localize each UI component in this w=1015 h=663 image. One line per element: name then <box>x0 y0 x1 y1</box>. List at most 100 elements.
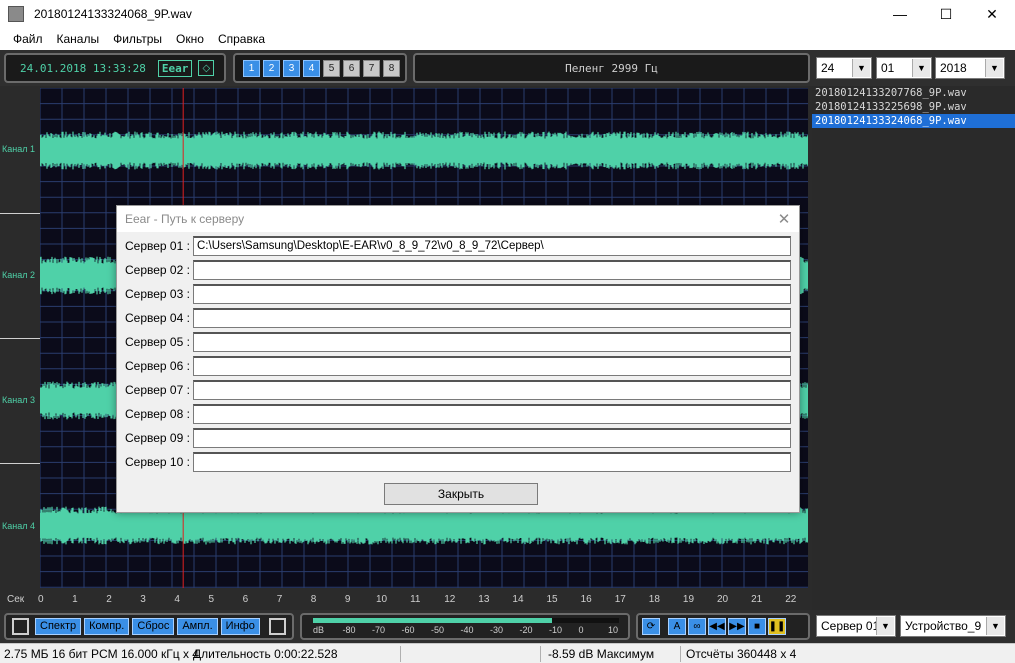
meter-scale-label: -70 <box>372 625 386 635</box>
chevron-down-icon[interactable]: ▼ <box>852 59 870 77</box>
ruler-tick-label: 16 <box>580 594 592 605</box>
ruler-tick-label: 17 <box>614 594 626 605</box>
channel-label-2: Канал 2 <box>2 270 35 280</box>
server-path-input[interactable] <box>193 356 791 376</box>
meter-fill <box>313 618 552 623</box>
ruler-tick-label: 3 <box>140 594 146 605</box>
chevron-down-icon[interactable]: ▼ <box>912 59 930 77</box>
channel-button-1[interactable]: 1 <box>243 59 260 77</box>
channel-divider <box>0 463 40 464</box>
eear-button[interactable]: Eear <box>157 59 193 77</box>
ruler-tick-label: 0 <box>38 594 44 605</box>
server-row: Сервер 07 : <box>117 380 799 400</box>
server-row: Сервер 05 : <box>117 332 799 352</box>
server-path-input[interactable] <box>193 308 791 328</box>
spectrum-button[interactable]: Спектр <box>35 618 82 635</box>
menu-channels[interactable]: Каналы <box>50 32 107 46</box>
chevron-down-icon[interactable]: ▼ <box>876 617 894 635</box>
meter-scale-label: 0 <box>578 625 584 635</box>
device-select[interactable]: Устройство_9 ▼ <box>900 615 1006 637</box>
server-row: Сервер 02 : <box>117 260 799 280</box>
server-row: Сервер 06 : <box>117 356 799 376</box>
diamond-icon[interactable]: ◇ <box>198 60 215 76</box>
ruler-tick-label: 12 <box>444 594 456 605</box>
channel-button-7[interactable]: 7 <box>363 59 380 77</box>
menu-window[interactable]: Окно <box>169 32 211 46</box>
server-path-input[interactable]: C:\Users\Samsung\Desktop\E-EAR\v0_8_9_72… <box>193 236 791 256</box>
rewind-icon[interactable]: ◀◀ <box>708 618 726 635</box>
dialog-close-button[interactable]: Закрыть <box>384 483 538 505</box>
server-path-input[interactable] <box>193 428 791 448</box>
meter-scale-label: -30 <box>490 625 504 635</box>
server-path-input[interactable] <box>193 404 791 424</box>
month-select[interactable]: 01 ▼ <box>876 57 932 79</box>
close-button[interactable]: ✕ <box>969 0 1015 28</box>
server-label: Сервер 07 : <box>125 383 190 397</box>
transport-panel: ⟳ A ∞ ◀◀ ▶▶ ■ ❚❚ <box>636 613 810 640</box>
server-path-input[interactable] <box>193 284 791 304</box>
status-format: 2.75 МБ 16 бит PCM 16.000 кГц x 4 <box>4 647 199 661</box>
channel-label-3: Канал 3 <box>2 395 35 405</box>
ruler-tick-label: 15 <box>546 594 558 605</box>
server-label: Сервер 10 : <box>125 455 190 469</box>
server-row: Сервер 08 : <box>117 404 799 424</box>
status-duration: Длительность 0:00:22.528 <box>193 647 338 661</box>
channel-label-4: Канал 4 <box>2 521 35 531</box>
file-list-item[interactable]: 20180124133225698_9P.wav <box>812 100 1015 114</box>
chevron-down-icon[interactable]: ▼ <box>986 617 1004 635</box>
pause-icon[interactable]: ❚❚ <box>768 618 786 635</box>
channel-button-6[interactable]: 6 <box>343 59 360 77</box>
ruler-tick-label: 18 <box>648 594 660 605</box>
reset-button[interactable]: Сброс <box>132 618 175 635</box>
dialog-close-icon[interactable]: ✕ <box>769 210 799 228</box>
stop-icon[interactable]: ■ <box>748 618 766 635</box>
bearing-display: Пеленг 2999 Гц <box>565 61 658 75</box>
channel-button-2[interactable]: 2 <box>263 59 280 77</box>
minimize-button[interactable]: — <box>877 0 923 28</box>
maximize-button[interactable]: ☐ <box>923 0 969 28</box>
ruler-tick-label: 7 <box>276 594 283 605</box>
server-path-input[interactable] <box>193 260 791 280</box>
channel-button-5[interactable]: 5 <box>323 59 340 77</box>
server-row: Сервер 04 : <box>117 308 799 328</box>
server-select[interactable]: Сервер 01 ▼ <box>816 615 896 637</box>
server-label: Сервер 04 : <box>125 311 190 325</box>
channel-button-8[interactable]: 8 <box>383 59 400 77</box>
file-list-item[interactable]: 20180124133324068_9P.wav <box>812 114 1015 128</box>
ruler-tick-label: 10 <box>376 594 388 605</box>
channel-button-3[interactable]: 3 <box>283 59 300 77</box>
ruler-tick-label: 1 <box>72 594 78 605</box>
year-value: 2018 <box>940 61 967 75</box>
ruler-tick-label: 22 <box>785 594 797 605</box>
ruler-tick-label: 11 <box>410 594 421 605</box>
day-select[interactable]: 24 ▼ <box>816 57 872 79</box>
server-path-input[interactable] <box>193 452 791 472</box>
amplitude-button[interactable]: Ампл. <box>177 618 218 635</box>
menu-filters[interactable]: Фильтры <box>106 32 169 46</box>
right-square-button[interactable] <box>268 618 286 635</box>
device-select-value: Устройство_9 <box>905 619 982 633</box>
dialog-title-bar: Eear - Путь к серверу ✕ <box>117 206 799 232</box>
ruler-unit-label: Сек <box>7 594 25 605</box>
menu-file[interactable]: Файл <box>6 32 50 46</box>
status-samples: Отсчёты 360448 x 4 <box>686 647 797 661</box>
menu-help[interactable]: Справка <box>211 32 272 46</box>
server-path-input[interactable] <box>193 380 791 400</box>
app-icon <box>8 6 24 22</box>
server-path-dialog: Eear - Путь к серверу ✕ Закрыть Сервер 0… <box>116 205 800 513</box>
refresh-icon[interactable]: ⟳ <box>642 618 660 635</box>
server-path-input[interactable] <box>193 332 791 352</box>
info-button[interactable]: Инфо <box>220 618 260 635</box>
loop-icon[interactable]: ∞ <box>688 618 706 635</box>
compress-button[interactable]: Компр. <box>84 618 130 635</box>
chevron-down-icon[interactable]: ▼ <box>985 59 1003 77</box>
a-button-icon[interactable]: A <box>668 618 686 635</box>
fast-forward-icon[interactable]: ▶▶ <box>728 618 746 635</box>
file-list-item[interactable]: 20180124133207768_9P.wav <box>812 86 1015 100</box>
channel-button-4[interactable]: 4 <box>303 59 320 77</box>
left-square-button[interactable] <box>12 618 29 635</box>
level-meter: dB -80 -70 -60 -50 -40 -30 -20 -10 0 10 <box>313 616 619 636</box>
server-row: Сервер 10 : <box>117 452 799 472</box>
year-select[interactable]: 2018 ▼ <box>935 57 1005 79</box>
server-label: Сервер 01 : <box>125 239 190 253</box>
